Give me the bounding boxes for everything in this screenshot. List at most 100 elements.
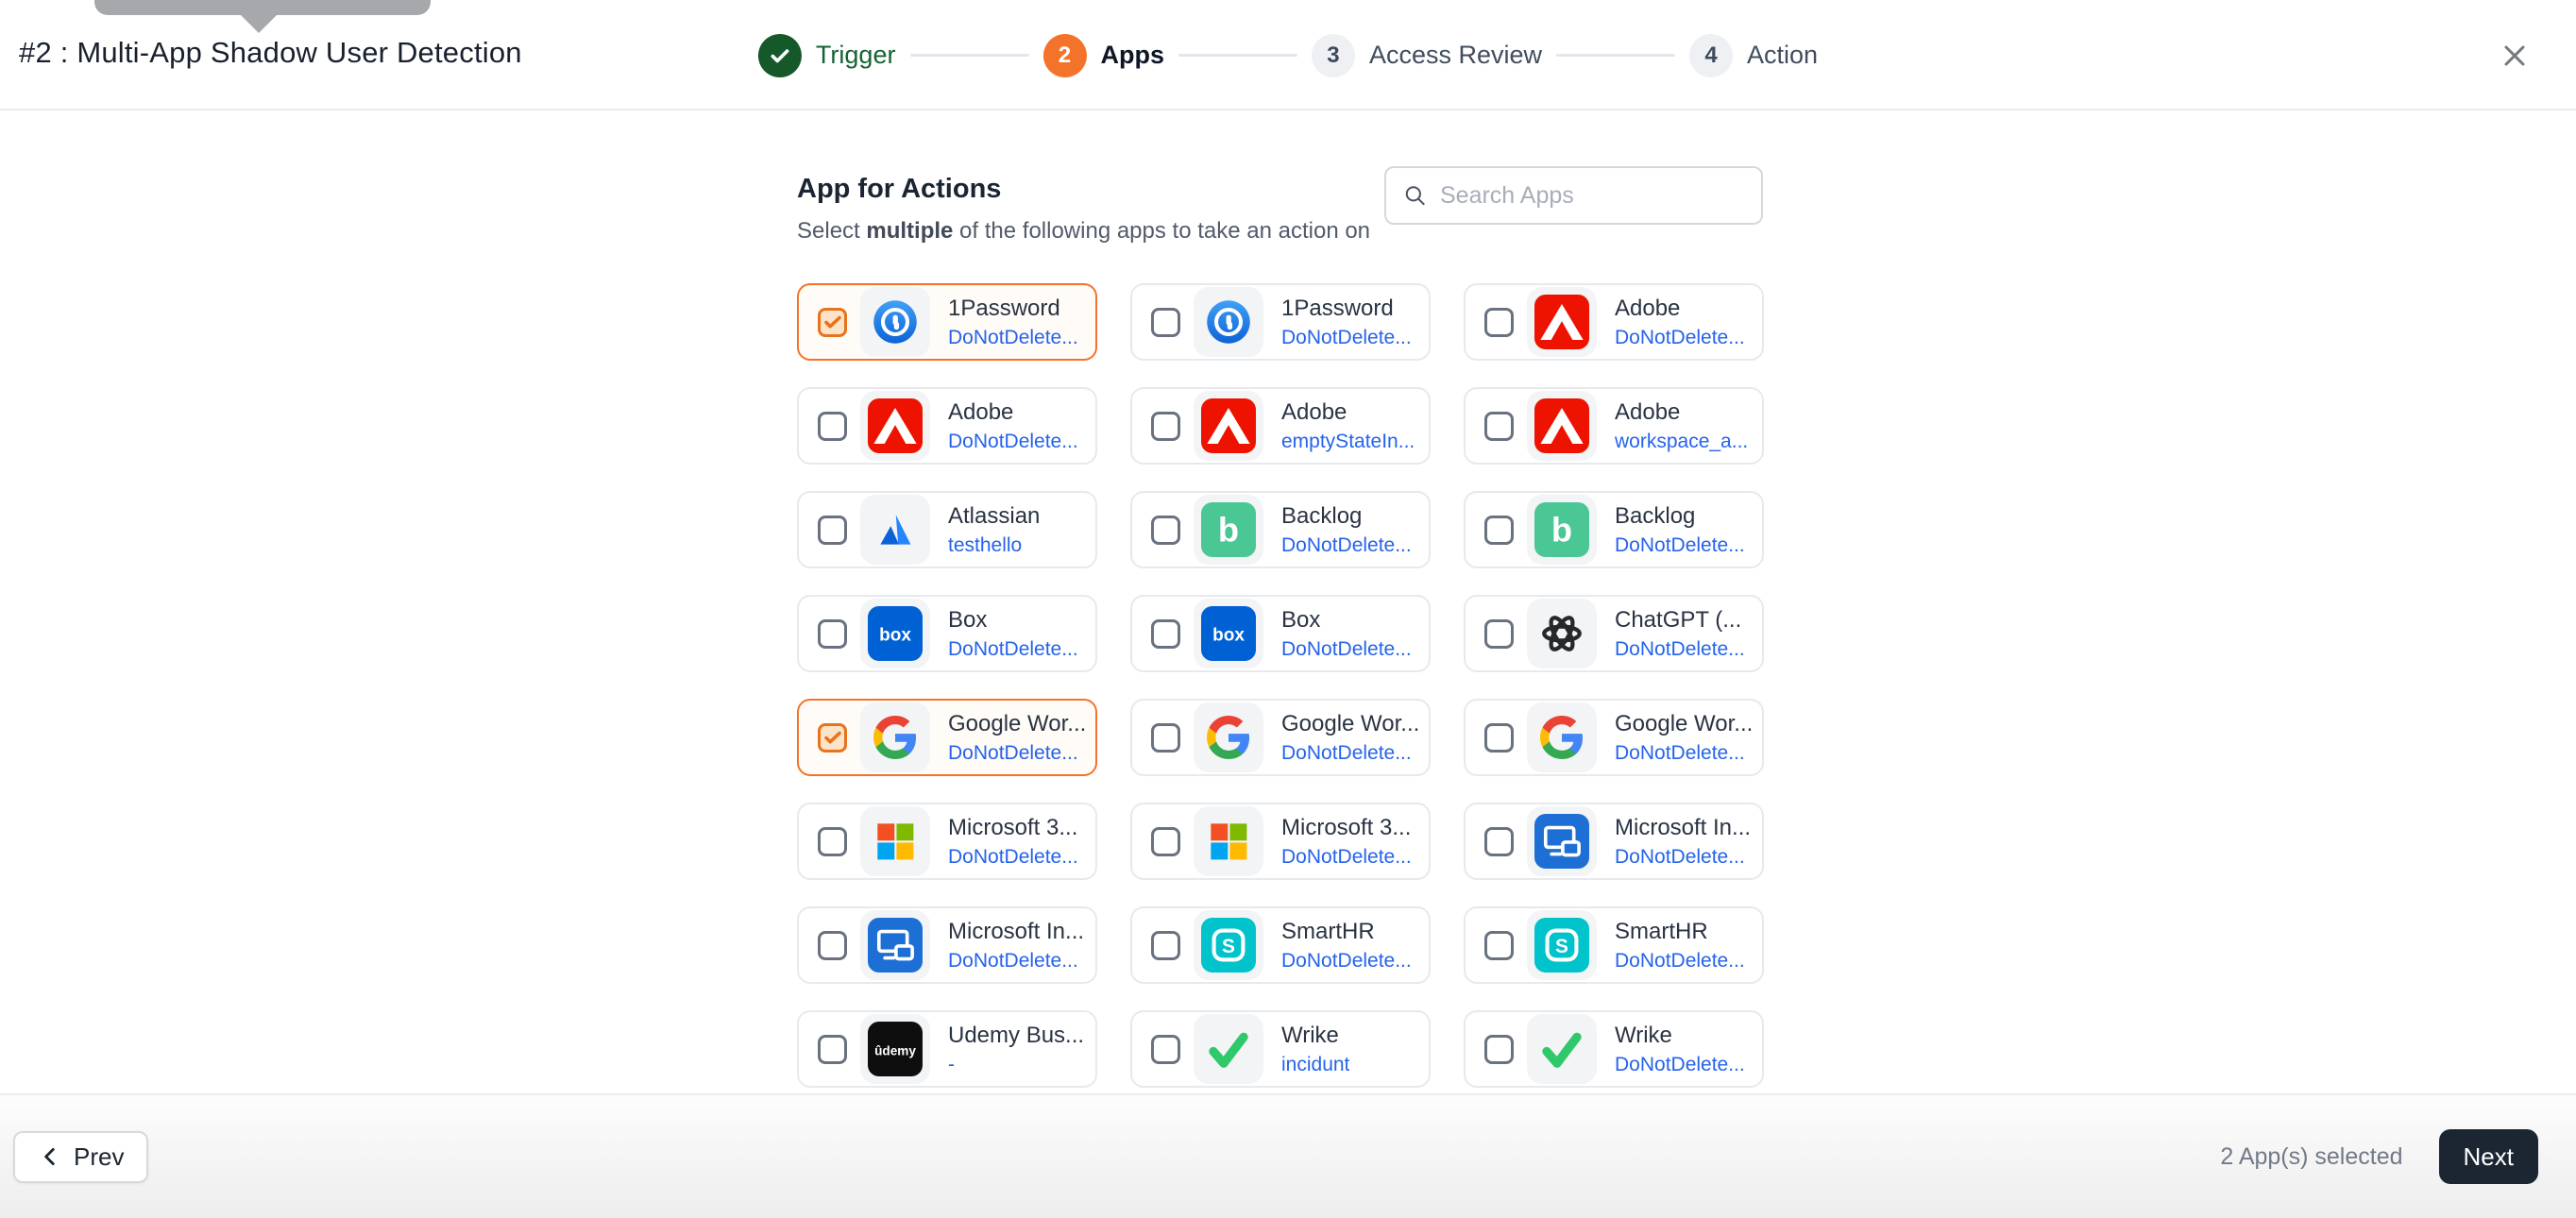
app-checkbox[interactable]: [1151, 930, 1180, 960]
app-checkbox[interactable]: [1484, 1034, 1514, 1064]
app-instance-link[interactable]: DoNotDelete...: [948, 846, 1078, 869]
app-instance-link[interactable]: DoNotDelete...: [1615, 846, 1751, 869]
google-logo-icon: [1194, 702, 1263, 772]
app-instance-link[interactable]: DoNotDelete...: [1281, 327, 1412, 349]
app-checkbox[interactable]: [1484, 618, 1514, 649]
app-card[interactable]: Microsoft In... DoNotDelete...: [1464, 803, 1764, 880]
app-card[interactable]: 1Password DoNotDelete...: [797, 283, 1097, 361]
app-checkbox[interactable]: [818, 1034, 847, 1064]
section-heading: App for Actions: [797, 174, 1002, 204]
app-card[interactable]: Microsoft 3... DoNotDelete...: [797, 803, 1097, 880]
app-checkbox[interactable]: [818, 930, 847, 960]
step-connector: [1556, 54, 1676, 57]
app-name: Backlog: [1615, 503, 1696, 529]
app-card[interactable]: Google Wor... DoNotDelete...: [797, 699, 1097, 776]
app-card[interactable]: Microsoft 3... DoNotDelete...: [1130, 803, 1431, 880]
app-card[interactable]: S SmartHR DoNotDelete...: [1130, 906, 1431, 984]
box-logo-icon: box: [1194, 599, 1263, 668]
app-instance-link[interactable]: DoNotDelete...: [1615, 638, 1745, 661]
app-card[interactable]: Adobe workspace_a...: [1464, 387, 1764, 465]
app-checkbox[interactable]: [1151, 411, 1180, 441]
app-checkbox[interactable]: [818, 307, 847, 337]
app-checkbox[interactable]: [1151, 826, 1180, 856]
app-card[interactable]: Adobe DoNotDelete...: [797, 387, 1097, 465]
app-instance-link[interactable]: DoNotDelete...: [1281, 846, 1412, 869]
app-checkbox[interactable]: [1484, 722, 1514, 753]
adobe-logo-icon: [1527, 287, 1597, 357]
app-checkbox[interactable]: [818, 515, 847, 545]
app-checkbox[interactable]: [1151, 1034, 1180, 1064]
app-instance-link[interactable]: DoNotDelete...: [1281, 638, 1412, 661]
app-card[interactable]: 1Password DoNotDelete...: [1130, 283, 1431, 361]
app-card[interactable]: ûdemy Udemy Bus... -: [797, 1010, 1097, 1088]
app-checkbox[interactable]: [1151, 307, 1180, 337]
app-checkbox[interactable]: [1151, 618, 1180, 649]
app-name: SmartHR: [1281, 919, 1375, 944]
app-instance-link[interactable]: emptyStateIn...: [1281, 431, 1415, 453]
app-instance-link[interactable]: DoNotDelete...: [1615, 950, 1745, 973]
app-card[interactable]: Google Wor... DoNotDelete...: [1130, 699, 1431, 776]
microsoft365-logo-icon: [1194, 806, 1263, 876]
app-checkbox[interactable]: [818, 722, 847, 753]
app-card[interactable]: Microsoft In... DoNotDelete...: [797, 906, 1097, 984]
app-instance-link[interactable]: -: [948, 1054, 1084, 1076]
app-card[interactable]: Adobe emptyStateIn...: [1130, 387, 1431, 465]
app-instance-link[interactable]: DoNotDelete...: [948, 327, 1078, 349]
wrike-logo-icon: [1527, 1014, 1597, 1084]
prev-button[interactable]: Prev: [13, 1130, 149, 1183]
app-name: 1Password: [1281, 296, 1394, 321]
app-name: Microsoft 3...: [948, 815, 1078, 840]
app-name: Microsoft In...: [1615, 815, 1752, 840]
svg-text:b: b: [1551, 511, 1572, 550]
app-checkbox[interactable]: [1484, 930, 1514, 960]
app-instance-link[interactable]: DoNotDelete...: [1615, 534, 1745, 557]
app-instance-link[interactable]: DoNotDelete...: [948, 742, 1086, 765]
app-checkbox[interactable]: [1484, 411, 1514, 441]
app-checkbox[interactable]: [1151, 515, 1180, 545]
step-action: 4 Action: [1689, 33, 1818, 77]
app-checkbox[interactable]: [818, 618, 847, 649]
app-card[interactable]: ChatGPT (... DoNotDelete...: [1464, 595, 1764, 672]
search-box[interactable]: [1384, 166, 1763, 225]
google-logo-icon: [1527, 702, 1597, 772]
app-checkbox[interactable]: [818, 411, 847, 441]
microsoft365-logo-icon: [860, 806, 930, 876]
app-instance-link[interactable]: DoNotDelete...: [1615, 1054, 1745, 1076]
app-card[interactable]: Atlassian testhello: [797, 491, 1097, 568]
close-icon[interactable]: [2497, 38, 2533, 74]
app-card[interactable]: Wrike incidunt: [1130, 1010, 1431, 1088]
next-button[interactable]: Next: [2438, 1129, 2538, 1184]
app-card[interactable]: b Backlog DoNotDelete...: [1130, 491, 1431, 568]
app-checkbox[interactable]: [1484, 307, 1514, 337]
app-instance-link[interactable]: workspace_a...: [1615, 431, 1748, 453]
app-instance-link[interactable]: DoNotDelete...: [948, 950, 1084, 973]
step-trigger: Trigger: [757, 33, 895, 77]
app-card[interactable]: Wrike DoNotDelete...: [1464, 1010, 1764, 1088]
chevron-left-icon: [44, 1148, 55, 1165]
app-checkbox[interactable]: [818, 826, 847, 856]
app-instance-link[interactable]: DoNotDelete...: [1281, 950, 1412, 973]
app-card[interactable]: Adobe DoNotDelete...: [1464, 283, 1764, 361]
tooltip-remnant: [94, 0, 431, 33]
app-card[interactable]: box Box DoNotDelete...: [797, 595, 1097, 672]
app-instance-link[interactable]: DoNotDelete...: [1281, 534, 1412, 557]
app-card[interactable]: b Backlog DoNotDelete...: [1464, 491, 1764, 568]
search-input[interactable]: [1440, 181, 1744, 210]
app-checkbox[interactable]: [1484, 515, 1514, 545]
app-instance-link[interactable]: testhello: [948, 534, 1040, 557]
app-checkbox[interactable]: [1484, 826, 1514, 856]
app-name: 1Password: [948, 296, 1060, 321]
backlog-logo-icon: b: [1527, 495, 1597, 565]
adobe-logo-icon: [1194, 391, 1263, 461]
step-number: 2: [1042, 33, 1087, 77]
app-instance-link[interactable]: DoNotDelete...: [948, 638, 1078, 661]
app-instance-link[interactable]: DoNotDelete...: [1615, 327, 1745, 349]
app-instance-link[interactable]: incidunt: [1281, 1054, 1349, 1076]
app-card[interactable]: S SmartHR DoNotDelete...: [1464, 906, 1764, 984]
app-checkbox[interactable]: [1151, 722, 1180, 753]
app-card[interactable]: Google Wor... DoNotDelete...: [1464, 699, 1764, 776]
app-instance-link[interactable]: DoNotDelete...: [1615, 742, 1753, 765]
app-instance-link[interactable]: DoNotDelete...: [948, 431, 1078, 453]
app-instance-link[interactable]: DoNotDelete...: [1281, 742, 1419, 765]
app-card[interactable]: box Box DoNotDelete...: [1130, 595, 1431, 672]
